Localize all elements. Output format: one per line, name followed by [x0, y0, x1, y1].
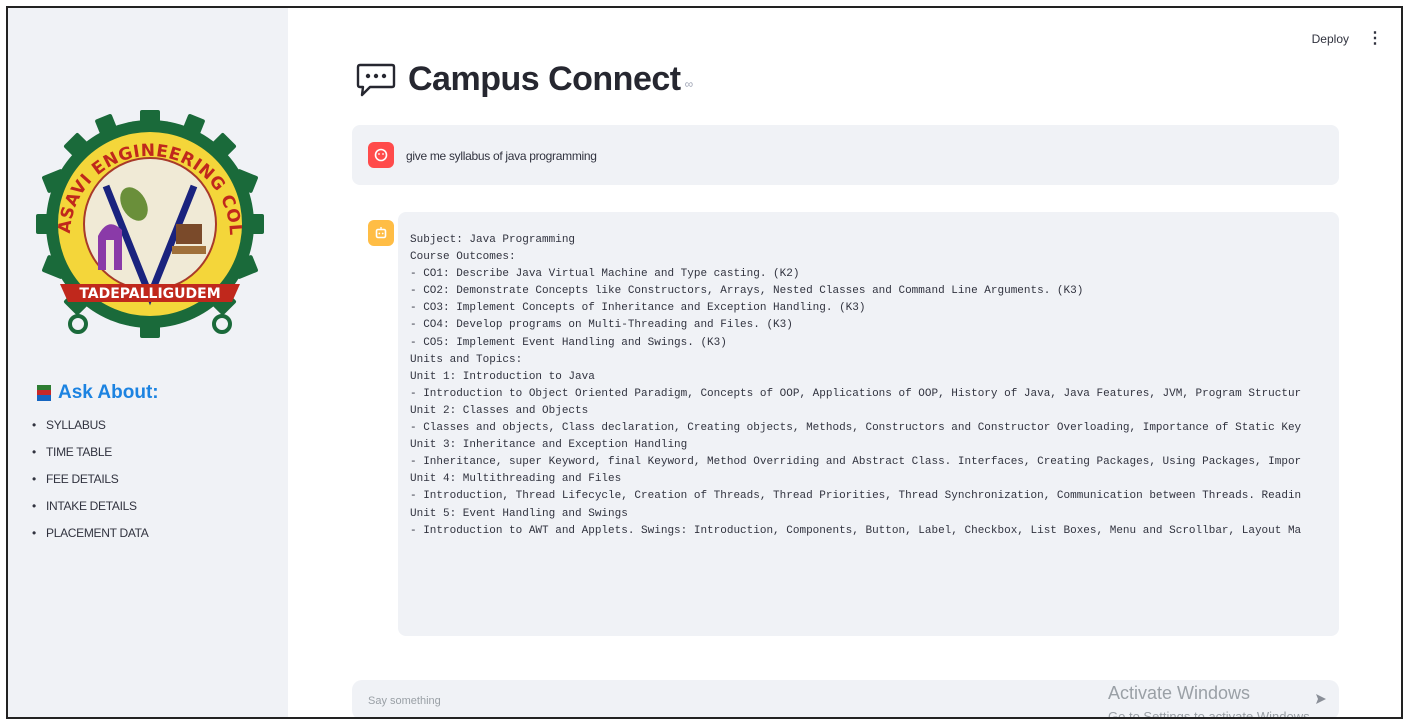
chat-input-bar — [352, 680, 1339, 717]
chat-bubble-icon — [356, 63, 396, 96]
page-title: Campus Connect ∞ — [356, 60, 693, 99]
assistant-avatar — [368, 220, 394, 246]
sidebar: SRI VASAVI ENGINEERING COLLEGE TADEPALLI… — [8, 8, 288, 717]
college-logo: SRI VASAVI ENGINEERING COLLEGE TADEPALLI… — [36, 106, 264, 338]
logo-banner-text: TADEPALLIGUDEM — [79, 286, 220, 302]
vertical-dots-icon[interactable]: ⋮ — [1367, 31, 1383, 47]
robot-icon — [375, 227, 387, 239]
ask-about-title: Ask About: — [58, 382, 159, 403]
app-window: SRI VASAVI ENGINEERING COLLEGE TADEPALLI… — [6, 6, 1403, 719]
top-toolbar: Deploy ⋮ — [1312, 31, 1383, 47]
user-face-icon — [374, 148, 388, 162]
user-message-text: give me syllabus of java programming — [406, 149, 597, 163]
anchor-link-icon[interactable]: ∞ — [685, 77, 694, 91]
ask-item-time-table: TIME TABLE — [32, 439, 149, 466]
ask-about-list: SYLLABUS TIME TABLE FEE DETAILS INTAKE D… — [32, 412, 149, 547]
assistant-message-text: Subject: Java Programming Course Outcome… — [410, 234, 1302, 537]
ask-item-fee-details: FEE DETAILS — [32, 466, 149, 493]
send-arrow-icon[interactable] — [1313, 691, 1329, 707]
ask-about-heading: Ask About: — [36, 382, 159, 404]
app-title: Campus Connect — [408, 60, 681, 98]
user-avatar — [368, 142, 394, 168]
ask-item-placement-data: PLACEMENT DATA — [32, 520, 149, 547]
books-icon — [37, 385, 51, 401]
ask-item-syllabus: SYLLABUS — [32, 412, 149, 439]
assistant-message-body: Subject: Java Programming Course Outcome… — [398, 212, 1339, 636]
chat-input[interactable] — [366, 688, 1250, 714]
deploy-button[interactable]: Deploy — [1312, 32, 1349, 46]
ask-item-intake-details: INTAKE DETAILS — [32, 493, 149, 520]
user-message: give me syllabus of java programming — [352, 125, 1339, 185]
assistant-message: Subject: Java Programming Course Outcome… — [352, 212, 1339, 636]
